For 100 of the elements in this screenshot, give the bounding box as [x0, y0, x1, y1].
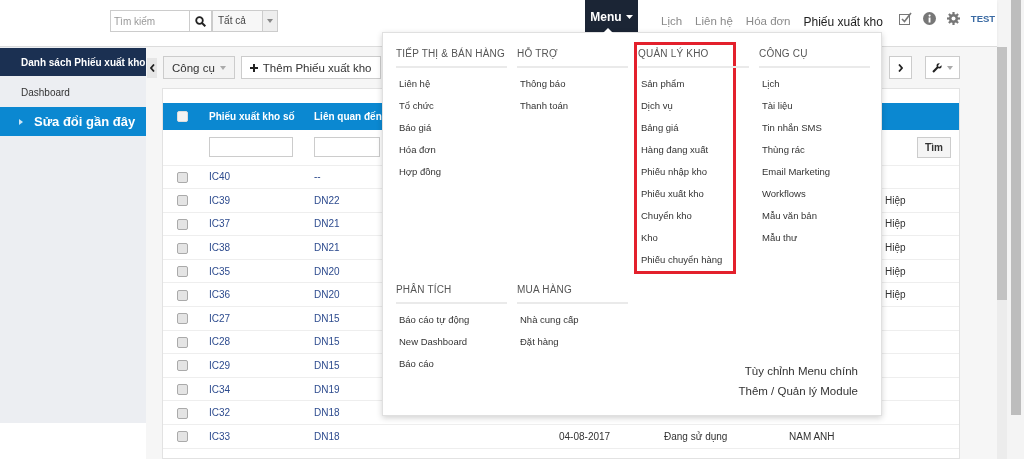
info-icon[interactable] [922, 12, 936, 25]
menu-item[interactable]: Kho [641, 227, 658, 249]
nav-link[interactable]: Hóa đơn [745, 15, 791, 29]
menu-item[interactable]: Đặt hàng [520, 331, 559, 353]
record-link[interactable]: IC40 [209, 171, 231, 183]
add-button[interactable]: Thêm Phiếu xuất kho [240, 56, 381, 79]
related-link[interactable]: DN21 [314, 242, 340, 254]
find-button[interactable]: Tìm [917, 136, 951, 158]
menu-item[interactable]: Hóa đơn [399, 139, 436, 161]
menu-button[interactable]: Menu [585, 0, 638, 33]
related-link[interactable]: DN22 [314, 194, 340, 206]
menu-item[interactable]: Mẫu văn bản [762, 205, 817, 227]
menu-item[interactable]: Hợp đồng [399, 161, 442, 183]
filter-field[interactable] [209, 137, 293, 158]
record-link[interactable]: IC34 [209, 383, 231, 395]
menu-item[interactable]: Tài liệu [762, 95, 793, 117]
menu-item[interactable]: Thùng rác [762, 139, 805, 161]
related-link[interactable]: DN21 [314, 218, 340, 230]
related-link[interactable]: DN15 [314, 360, 340, 372]
checkbox[interactable] [177, 289, 188, 301]
search-field[interactable]: Tìm kiếm [110, 10, 190, 32]
sidebar-item[interactable]: Danh sách Phiếu xuất kho [0, 48, 146, 76]
menu-item[interactable]: Báo giá [399, 117, 432, 139]
checkbox[interactable] [177, 266, 188, 278]
record-link[interactable]: IC27 [209, 312, 231, 324]
menu-item[interactable]: Phiếu nhập kho [641, 161, 708, 183]
menu-item[interactable]: Dịch vụ [641, 95, 673, 117]
plus-icon[interactable] [249, 63, 258, 72]
checkbox[interactable] [177, 360, 188, 372]
menu-item[interactable]: Thanh toán [520, 95, 569, 117]
related-link[interactable]: DN18 [314, 430, 340, 442]
chevron-left-icon[interactable] [149, 63, 155, 72]
filter-field[interactable] [314, 137, 380, 158]
menu-item[interactable]: Báo cáo [399, 353, 434, 375]
menu-item[interactable]: Thông báo [520, 73, 566, 95]
menu-item[interactable]: Workflows [762, 183, 806, 205]
menu-item[interactable]: Bảng giá [641, 117, 679, 139]
record-link[interactable]: IC38 [209, 242, 231, 254]
column-header[interactable]: Phiếu xuất kho số [200, 103, 305, 130]
user-link[interactable]: TEST [970, 13, 996, 24]
menu-item[interactable]: Phiếu xuất kho [641, 183, 704, 205]
menu-item[interactable]: Email Marketing [762, 161, 831, 183]
checkbox-icon[interactable] [898, 12, 912, 25]
search-button[interactable] [190, 10, 212, 32]
menu-item[interactable]: Phiếu chuyển hàng [641, 249, 723, 271]
record-link[interactable]: IC35 [209, 265, 231, 277]
menu-item[interactable]: Tổ chức [399, 95, 434, 117]
chevron-right-icon[interactable] [898, 63, 903, 72]
related-link[interactable]: DN15 [314, 336, 340, 348]
checkbox[interactable] [177, 431, 188, 443]
checkbox[interactable] [177, 242, 188, 254]
related-link[interactable]: -- [314, 171, 321, 183]
caret-icon[interactable] [625, 14, 633, 19]
related-link[interactable]: DN20 [314, 265, 340, 277]
record-link[interactable]: IC29 [209, 360, 231, 372]
checkbox[interactable] [177, 218, 188, 230]
tools-button[interactable]: Công cụ [163, 56, 235, 79]
menu-item[interactable]: Hàng đang xuất [641, 139, 709, 161]
next-button[interactable] [889, 56, 912, 79]
checkbox[interactable] [177, 171, 188, 183]
menu-item[interactable]: Báo cáo tự động [399, 309, 470, 331]
filter-select[interactable]: Tất cả [212, 10, 278, 32]
menu-item[interactable]: Tin nhắn SMS [762, 117, 822, 139]
nav-link[interactable]: Liên hệ [695, 15, 733, 29]
sidebar-item[interactable]: Dashboard [0, 79, 146, 105]
record-link[interactable]: IC37 [209, 218, 231, 230]
menu-link[interactable]: Tùy chỉnh Menu chính [744, 363, 858, 379]
checkbox[interactable] [177, 407, 188, 419]
menu-item[interactable]: Chuyển kho [641, 205, 692, 227]
record-link[interactable]: IC36 [209, 289, 231, 301]
settings-button[interactable] [925, 56, 960, 79]
related-link[interactable]: DN18 [314, 407, 340, 419]
checkbox[interactable] [177, 384, 188, 396]
record-link[interactable]: IC32 [209, 407, 231, 419]
collapse-handle[interactable] [147, 57, 157, 78]
search-icon[interactable] [195, 15, 206, 27]
record-link[interactable]: IC28 [209, 336, 231, 348]
table-cell: Đang sử dụng [664, 430, 728, 442]
menu-item[interactable]: New Dashboard [399, 331, 468, 353]
scrollbar[interactable] [1011, 0, 1021, 415]
triangle-icon[interactable] [19, 118, 23, 125]
menu-item[interactable]: Liên hệ [399, 73, 431, 95]
scrollbar[interactable] [997, 47, 1007, 459]
sidebar-section[interactable]: Sửa đổi gần đây [0, 107, 146, 136]
checkbox[interactable] [177, 313, 188, 325]
settings-icon[interactable] [946, 12, 960, 25]
menu-item[interactable]: Mẫu thư [762, 227, 798, 249]
checkbox[interactable] [177, 195, 188, 207]
record-link[interactable]: IC39 [209, 194, 231, 206]
menu-item[interactable]: Nhà cung cấp [520, 309, 579, 331]
related-link[interactable]: DN19 [314, 383, 340, 395]
menu-item[interactable]: Sản phẩm [641, 73, 685, 95]
wrench-icon[interactable] [932, 62, 942, 73]
menu-item[interactable]: Lịch [762, 73, 780, 95]
menu-link[interactable]: Thêm / Quản lý Module [738, 383, 858, 399]
related-link[interactable]: DN20 [314, 289, 340, 301]
nav-link[interactable]: Phiếu xuất kho [803, 15, 883, 29]
record-link[interactable]: IC33 [209, 430, 231, 442]
checkbox[interactable] [177, 336, 188, 348]
related-link[interactable]: DN15 [314, 312, 340, 324]
